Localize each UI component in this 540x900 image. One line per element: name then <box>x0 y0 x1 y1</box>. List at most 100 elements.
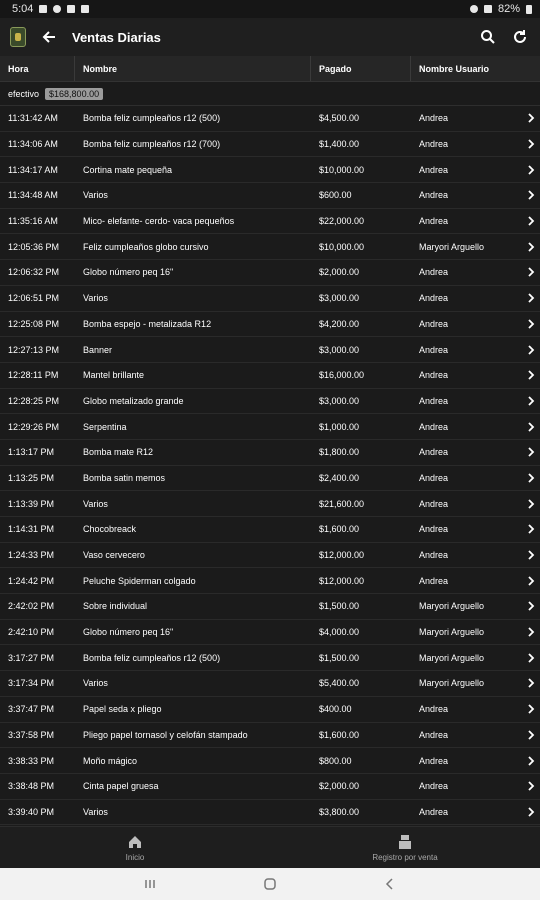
column-header-hora[interactable]: Hora <box>0 56 75 81</box>
table-row[interactable]: 12:06:32 PM Globo número peq 16" $2,000.00… <box>0 260 540 286</box>
table-row[interactable]: 12:27:13 PM Banner $3,000.00 Andrea <box>0 337 540 363</box>
back-button[interactable] <box>38 26 60 48</box>
chevron-right-icon[interactable] <box>521 216 540 226</box>
table-row[interactable]: 11:35:16 AM Mico- elefante- cerdo- vaca p… <box>0 209 540 235</box>
row-nombre: Varios <box>83 806 108 817</box>
chevron-right-icon[interactable] <box>521 421 540 432</box>
chevron-right-icon[interactable] <box>521 704 540 714</box>
sales-list: 11:31:42 AM Bomba feliz cumpleaños r12 (5… <box>0 106 540 826</box>
group-row: efectivo $168,800.00 <box>0 82 540 106</box>
chevron-right-icon[interactable] <box>521 653 540 663</box>
table-row[interactable]: 11:31:42 AM Bomba feliz cumpleaños r12 (5… <box>0 106 540 132</box>
chevron-right-icon[interactable] <box>521 165 540 175</box>
table-row[interactable]: 12:25:08 PM Bomba espejo - metalizada R12… <box>0 312 540 338</box>
chevron-right-icon[interactable] <box>521 576 540 586</box>
table-row[interactable]: 1:13:39 PM Varios $21,600.00 Andrea <box>0 491 540 517</box>
table-row[interactable]: 3:37:47 PM Papel seda x pliego $400.00 Andr… <box>0 697 540 723</box>
battery-level: 82% <box>497 3 520 15</box>
chevron-right-icon[interactable] <box>521 344 540 355</box>
table-row[interactable]: 2:42:02 PM Sobre individual $1,500.00 Maryo… <box>0 594 540 620</box>
status-bar: 5:04 82% <box>0 0 540 18</box>
row-pagado: $1,600.00 <box>319 729 360 740</box>
chevron-right-icon[interactable] <box>521 807 540 817</box>
row-usuario: Andrea <box>419 190 449 201</box>
row-nombre: Varios <box>83 498 108 509</box>
row-nombre: Bomba feliz cumpleaños r12 (500) <box>83 113 221 124</box>
refresh-button[interactable] <box>510 27 530 47</box>
table-row[interactable]: 11:34:17 AM Cortina mate pequeña $10,000.0… <box>0 157 540 184</box>
chevron-right-icon[interactable] <box>521 601 540 612</box>
table-row[interactable]: 3:17:27 PM Bomba feliz cumpleaños r12 (50… <box>0 645 540 672</box>
table-row[interactable]: 3:39:40 PM Varios $3,800.00 Andrea <box>0 800 540 826</box>
column-header-usuario[interactable]: Nombre Usuario <box>411 56 540 81</box>
chevron-right-icon[interactable] <box>521 293 540 303</box>
row-pagado: $3,000.00 <box>319 344 360 355</box>
row-pagado: $10,000.00 <box>319 241 365 252</box>
app-notification-icon <box>81 5 90 13</box>
table-row[interactable]: 3:38:48 PM Cinta papel gruesa $2,000.00 And… <box>0 774 540 800</box>
chevron-right-icon[interactable] <box>521 319 540 329</box>
recents-icon <box>145 880 155 888</box>
chevron-right-icon[interactable] <box>521 396 540 406</box>
table-row[interactable]: 1:14:31 PM Chocobreack $1,600.00 Andrea <box>0 517 540 543</box>
chevron-right-icon[interactable] <box>521 370 540 380</box>
chevron-right-icon[interactable] <box>521 550 540 560</box>
row-hora: 2:42:02 PM <box>8 601 55 612</box>
table-row[interactable]: 1:13:17 PM Bomba mate R12 $1,800.00 Andrea <box>0 440 540 466</box>
chevron-right-icon[interactable] <box>521 678 540 689</box>
home-system-button[interactable] <box>260 874 280 894</box>
search-button[interactable] <box>478 27 498 47</box>
nav-register[interactable]: Registro por venta <box>270 827 540 868</box>
row-usuario: Andrea <box>419 755 449 766</box>
table-row[interactable]: 1:13:25 PM Bomba satin memos $2,400.00 Andr… <box>0 466 540 492</box>
table-row[interactable]: 12:28:11 PM Mantel brillante $16,000.00 And… <box>0 363 540 389</box>
table-row[interactable]: 12:28:25 PM Globo metalizado grande $3,000… <box>0 389 540 415</box>
table-row[interactable]: 2:42:10 PM Globo número peq 16" $4,000.00 M… <box>0 620 540 646</box>
column-header-nombre[interactable]: Nombre <box>75 56 311 81</box>
row-usuario: Maryori Arguello <box>419 601 485 612</box>
row-hora: 3:39:40 PM <box>8 806 55 817</box>
chevron-right-icon[interactable] <box>521 242 540 252</box>
table-row[interactable]: 12:29:26 PM Serpentina $1,000.00 Andrea <box>0 414 540 440</box>
chevron-right-icon[interactable] <box>521 755 540 766</box>
chevron-right-icon[interactable] <box>521 524 540 534</box>
table-row[interactable]: 3:37:58 PM Pliego papel tornasol y celofá… <box>0 723 540 749</box>
row-hora: 3:38:33 PM <box>8 755 55 766</box>
row-hora: 3:17:34 PM <box>8 678 55 689</box>
chevron-right-icon[interactable] <box>521 627 540 637</box>
row-usuario: Maryori Arguello <box>419 627 485 638</box>
table-row[interactable]: 3:38:33 PM Moño mágico $800.00 Andrea <box>0 748 540 774</box>
chevron-right-icon[interactable] <box>521 473 540 483</box>
row-pagado: $4,200.00 <box>319 318 360 329</box>
chevron-right-icon[interactable] <box>521 190 540 201</box>
row-nombre: Cinta papel gruesa <box>83 781 159 792</box>
back-triangle-icon <box>385 878 393 890</box>
table-row[interactable]: 11:34:48 AM Varios $600.00 Andrea <box>0 183 540 209</box>
row-pagado: $1,000.00 <box>319 421 360 432</box>
chevron-right-icon[interactable] <box>521 139 540 149</box>
table-row[interactable]: 11:34:06 AM Bomba feliz cumpleaños r12 (7… <box>0 132 540 158</box>
table-row[interactable]: 12:05:36 PM Feliz cumpleaños globo cursiv… <box>0 234 540 261</box>
chevron-right-icon[interactable] <box>521 730 540 740</box>
chevron-right-icon[interactable] <box>521 781 540 791</box>
row-pagado: $1,800.00 <box>319 447 360 458</box>
row-usuario: Andrea <box>419 113 449 124</box>
table-row[interactable]: 3:17:34 PM Varios $5,400.00 Maryori Arguell… <box>0 671 540 697</box>
row-hora: 1:24:42 PM <box>8 575 55 586</box>
table-row[interactable]: 1:24:33 PM Vaso cervecero $12,000.00 Andrea <box>0 543 540 569</box>
row-usuario: Andrea <box>419 472 449 483</box>
chevron-right-icon[interactable] <box>521 113 540 123</box>
chevron-right-icon[interactable] <box>521 447 540 457</box>
chevron-right-icon[interactable] <box>521 267 540 278</box>
column-header-pagado[interactable]: Pagado <box>311 56 411 81</box>
chevron-right-icon[interactable] <box>521 499 540 509</box>
row-pagado: $4,500.00 <box>319 113 360 124</box>
recents-button[interactable] <box>140 874 160 894</box>
table-row[interactable]: 12:06:51 PM Varios $3,000.00 Andrea <box>0 286 540 312</box>
table-row[interactable]: 1:24:42 PM Peluche Spiderman colgado $12,0… <box>0 568 540 595</box>
row-nombre: Varios <box>83 678 108 689</box>
row-pagado: $10,000.00 <box>319 164 365 175</box>
nav-home[interactable]: Inicio <box>0 827 270 868</box>
back-system-button[interactable] <box>380 874 400 894</box>
home-circle-icon <box>264 878 276 890</box>
